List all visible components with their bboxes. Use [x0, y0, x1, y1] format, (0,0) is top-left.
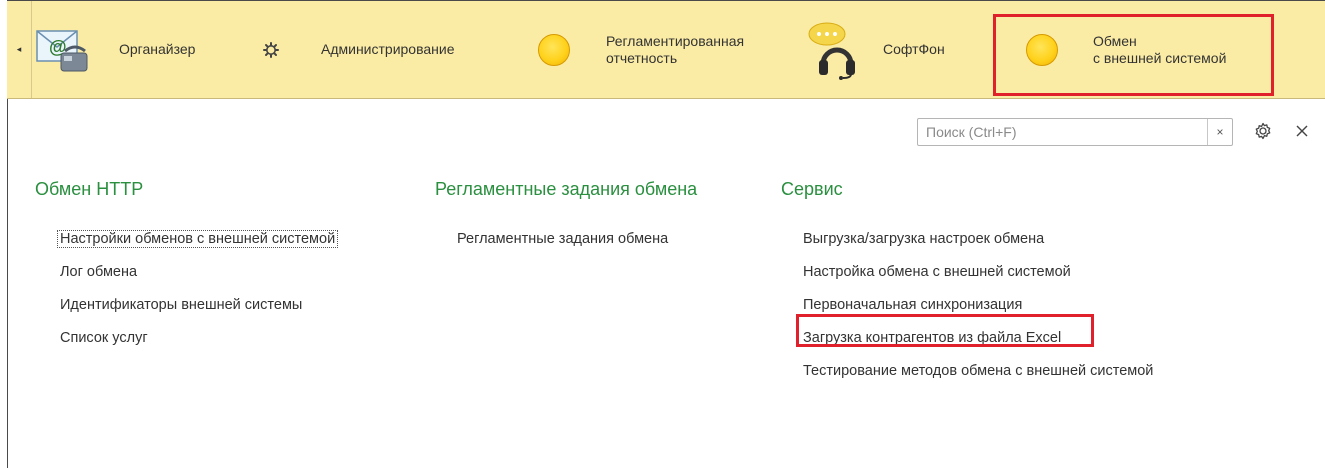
highlight-section-box	[993, 14, 1274, 96]
list-item: Тестирование методов обмена с внешней си…	[801, 360, 1155, 393]
section-label: СофтФон	[883, 41, 945, 57]
command-link[interactable]: Настройка обмена с внешней системой	[801, 264, 1073, 280]
settings-button[interactable]	[1252, 121, 1274, 143]
group-http-exchange: Обмен HTTP Настройки обменов с внешней с…	[35, 178, 339, 360]
search-field: ×	[917, 118, 1233, 146]
close-icon	[1295, 124, 1309, 141]
group-service: Сервис Выгрузка/загрузка настроек обмена…	[781, 178, 1155, 393]
section-regulated-reporting[interactable]: Регламентированная отчетность	[538, 1, 744, 98]
command-link[interactable]: Список услуг	[58, 330, 150, 346]
list-item: Настройка обмена с внешней системой	[801, 261, 1155, 294]
command-link[interactable]: Регламентные задания обмена	[455, 231, 670, 247]
organizer-mail-phone-icon: @	[35, 25, 91, 75]
group-scheduled-jobs: Регламентные задания обмена Регламентные…	[435, 178, 697, 261]
section-softphone[interactable]: СофтФон	[807, 1, 945, 98]
close-icon: ×	[1216, 125, 1224, 139]
command-link[interactable]: Настройки обменов с внешней системой	[56, 230, 339, 248]
section-administration[interactable]: Администрирование	[261, 1, 455, 98]
group-title: Сервис	[781, 179, 843, 199]
group-title: Обмен HTTP	[35, 179, 144, 199]
list-item: Список услуг	[58, 327, 337, 360]
highlight-link-box	[796, 314, 1094, 347]
section-label: Органайзер	[119, 41, 196, 57]
clear-search-button[interactable]: ×	[1207, 119, 1232, 145]
section-organizer[interactable]: @ Органайзер	[35, 1, 195, 98]
close-button[interactable]	[1291, 121, 1313, 143]
search-input[interactable]	[918, 119, 1224, 145]
scroll-left-button[interactable]: ◂	[7, 1, 32, 98]
command-link[interactable]: Идентификаторы внешней системы	[58, 297, 304, 313]
command-link[interactable]: Лог обмена	[58, 264, 139, 280]
gear-icon	[261, 40, 281, 60]
gear-icon	[1254, 122, 1272, 143]
list-item: Настройки обменов с внешней системой	[56, 228, 339, 261]
section-label: Администрирование	[321, 41, 455, 57]
headset-chat-icon	[807, 20, 863, 80]
command-link[interactable]: Тестирование методов обмена с внешней си…	[801, 363, 1155, 379]
chevron-left-icon: ◂	[16, 44, 22, 54]
list-item: Идентификаторы внешней системы	[58, 294, 337, 327]
command-link[interactable]: Первоначальная синхронизация	[801, 297, 1024, 313]
yellow-circle-icon	[538, 33, 570, 66]
list-item: Выгрузка/загрузка настроек обмена	[801, 228, 1155, 261]
command-link[interactable]: Выгрузка/загрузка настроек обмена	[801, 231, 1046, 247]
group-title: Регламентные задания обмена	[435, 179, 698, 199]
section-label: Регламентированная отчетность	[606, 32, 745, 66]
list-item: Лог обмена	[58, 261, 337, 294]
list-item: Регламентные задания обмена	[455, 228, 697, 261]
